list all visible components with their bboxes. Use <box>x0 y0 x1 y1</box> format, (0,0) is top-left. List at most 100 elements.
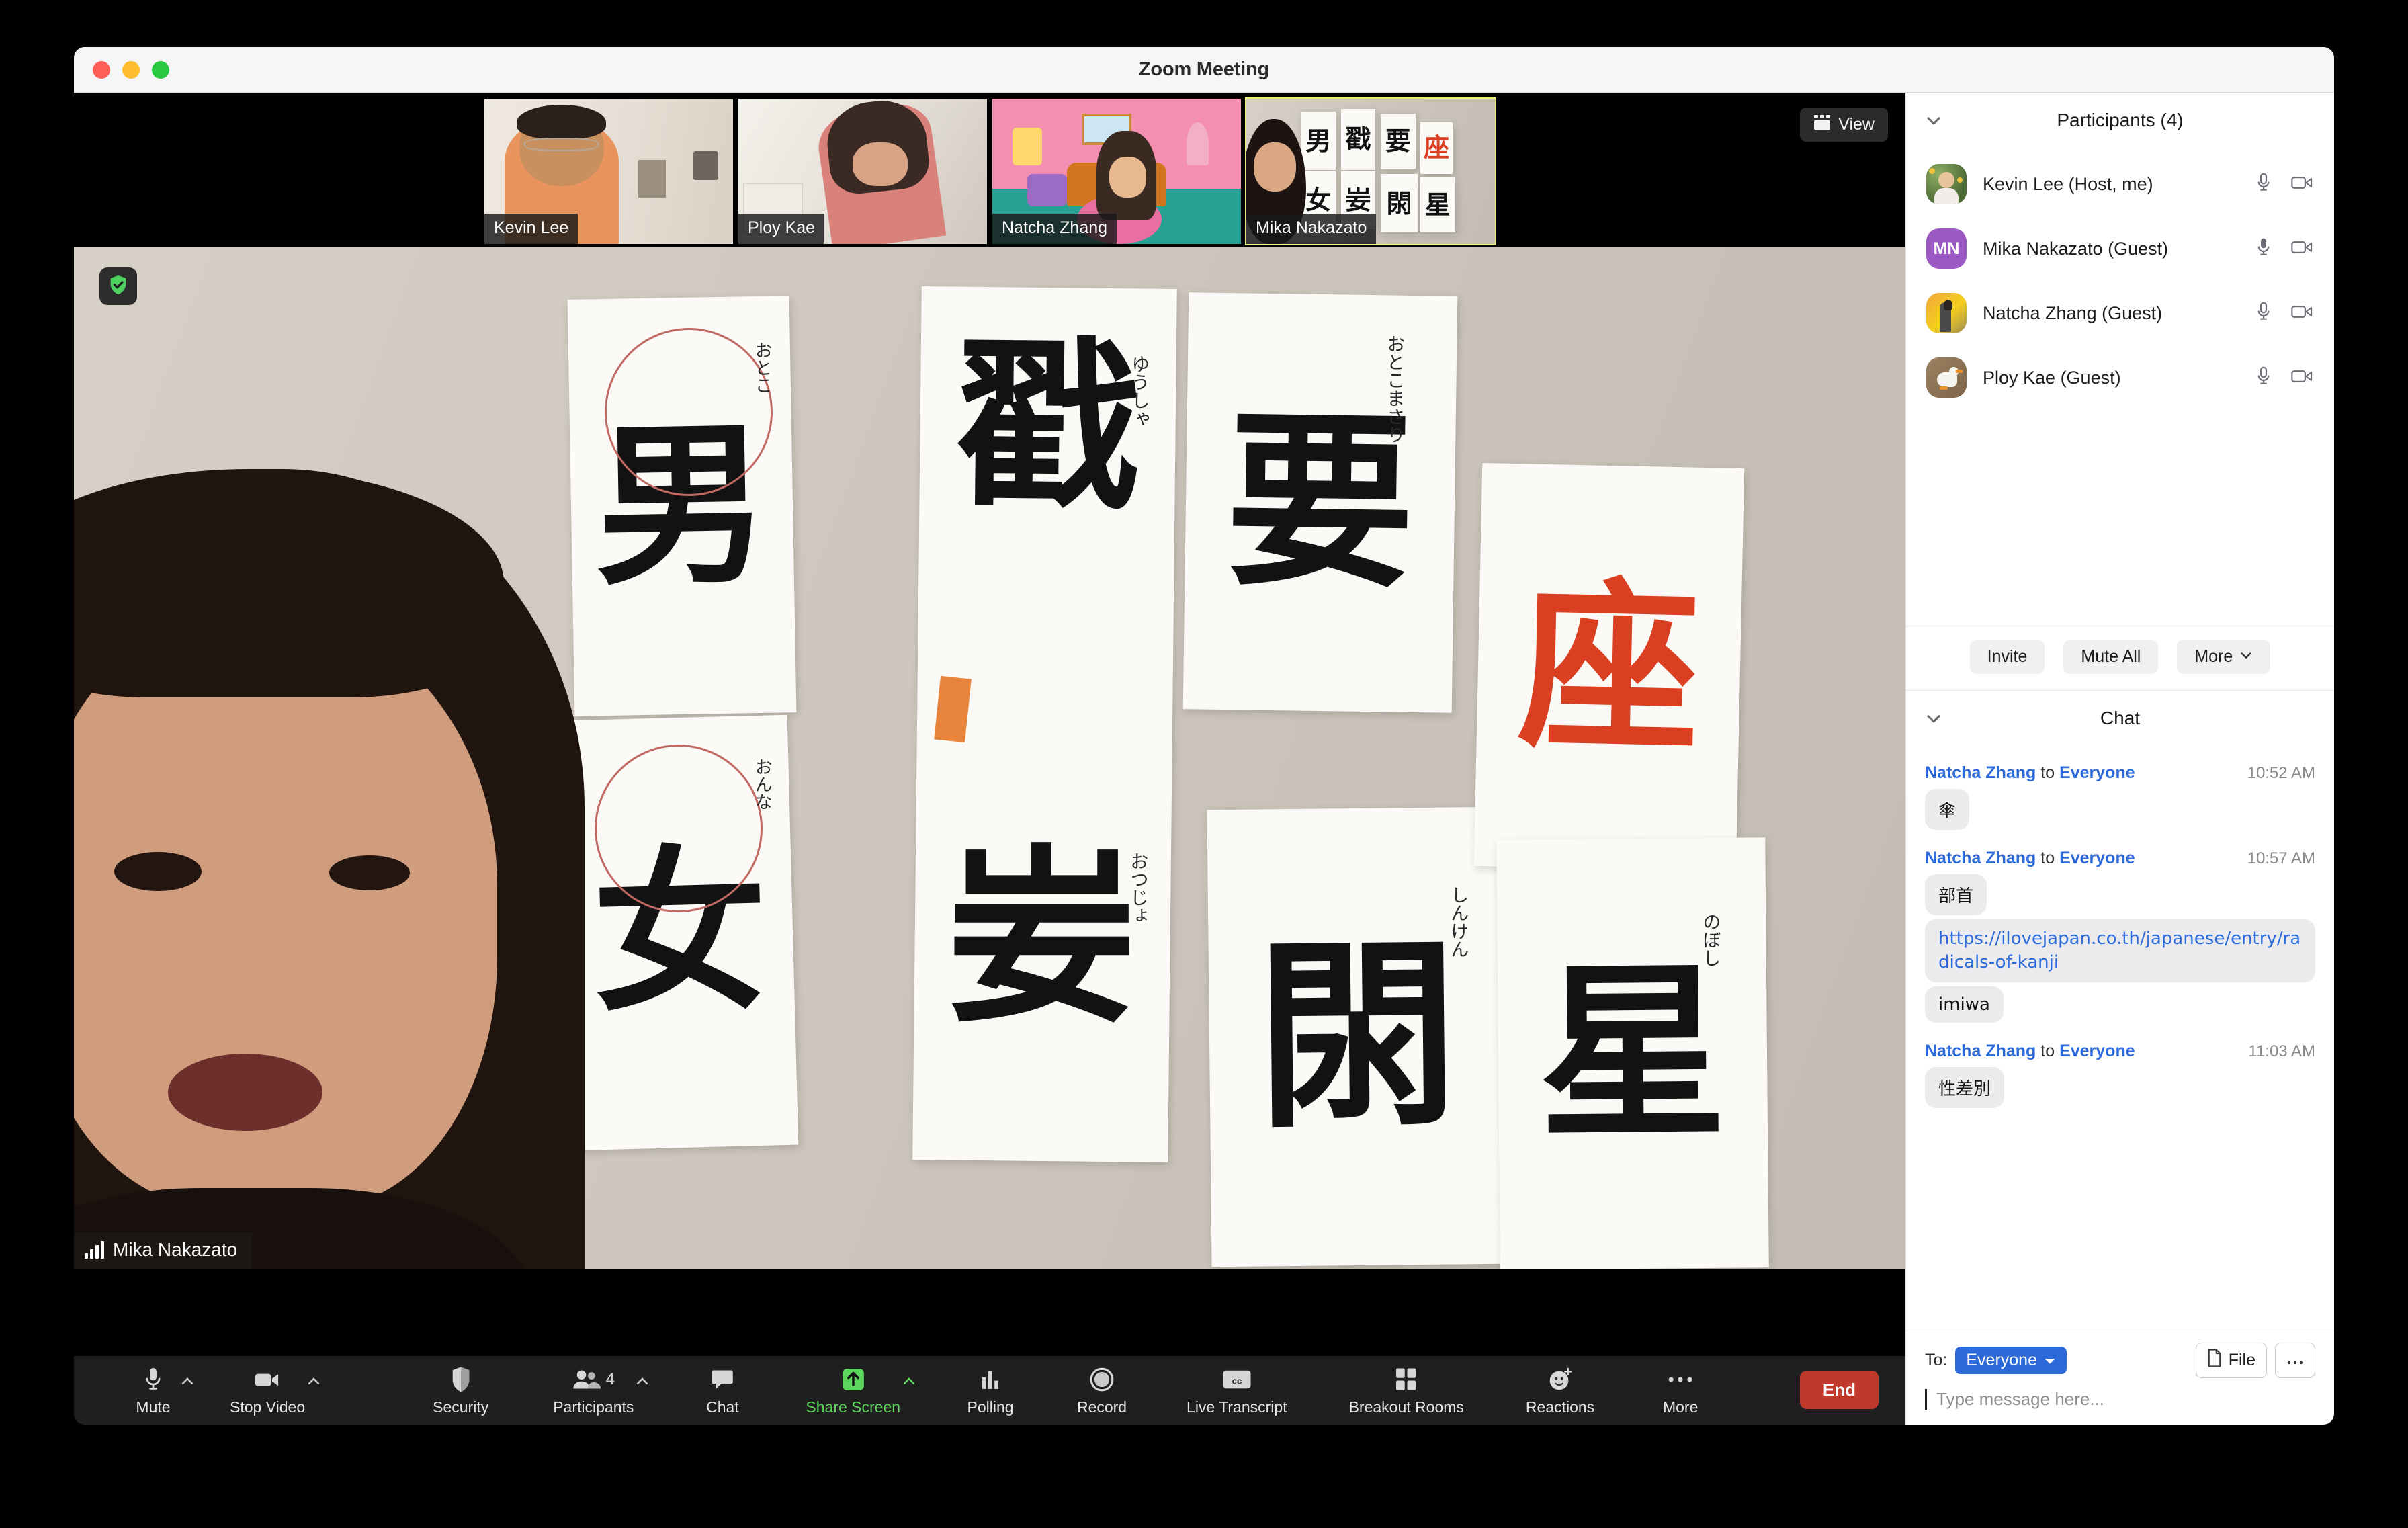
microphone-icon[interactable] <box>2255 366 2272 390</box>
send-file-label: File <box>2228 1351 2255 1369</box>
participant-row[interactable]: Ploy Kae (Guest) <box>1906 345 2334 410</box>
calligraphy-char: 妛 <box>947 827 1135 1048</box>
participant-row[interactable]: Kevin Lee (Host, me) <box>1906 152 2334 216</box>
chat-timestamp: 11:03 AM <box>2248 1042 2315 1060</box>
end-meeting-button[interactable]: End <box>1799 1371 1879 1409</box>
chat-bubble: 性差別 <box>1925 1066 2005 1108</box>
chat-to-word: to <box>2040 1041 2055 1060</box>
avatar <box>1926 357 1967 398</box>
smiley-plus-icon <box>1547 1365 1573 1394</box>
poll-bars-icon <box>980 1365 1001 1394</box>
participants-options-caret-icon[interactable] <box>635 1374 650 1389</box>
live-transcript-button[interactable]: cc Live Transcript <box>1180 1365 1294 1416</box>
reactions-button[interactable]: Reactions <box>1519 1365 1601 1416</box>
invite-button[interactable]: Invite <box>1969 639 2045 674</box>
chat-timestamp: 10:57 AM <box>2247 849 2315 867</box>
view-button[interactable]: View <box>1800 108 1888 142</box>
more-options-button[interactable]: More <box>1648 1365 1713 1416</box>
chat-compose-actions: File <box>2195 1343 2315 1378</box>
participant-row[interactable]: Natcha Zhang (Guest) <box>1906 281 2334 345</box>
chat-message-meta: Natcha Zhang to Everyone 10:57 AM <box>1925 849 2315 868</box>
participant-name: Kevin Lee (Host, me) <box>1983 173 2153 194</box>
video-camera-icon[interactable] <box>2291 304 2314 323</box>
breakout-rooms-button[interactable]: Breakout Rooms <box>1342 1365 1471 1416</box>
chat-recipient[interactable]: Everyone <box>2059 849 2135 867</box>
video-options-caret-icon[interactable] <box>306 1374 321 1389</box>
stop-video-label: Stop Video <box>230 1398 306 1416</box>
chat-bubble-icon <box>710 1365 734 1394</box>
security-button[interactable]: Security <box>426 1365 495 1416</box>
chat-message-input[interactable] <box>1925 1389 2315 1410</box>
chat-compose-area: To: Everyone File Type message here... <box>1906 1330 2334 1425</box>
chat-recipient[interactable]: Everyone <box>2059 763 2135 782</box>
participants-count-badge: 4 <box>605 1369 615 1388</box>
thumbnail-name-label: Kevin Lee <box>484 214 578 244</box>
mute-all-button[interactable]: Mute All <box>2063 639 2159 674</box>
chat-sender-name[interactable]: Natcha Zhang <box>1925 1042 2036 1060</box>
participants-button[interactable]: 4 Participants <box>546 1365 648 1416</box>
microphone-icon[interactable] <box>2255 301 2272 326</box>
thumbnail-kevin-lee[interactable]: Kevin Lee <box>484 99 733 244</box>
participant-row[interactable]: MN Mika Nakazato (Guest) <box>1906 216 2334 281</box>
window-title: Zoom Meeting <box>1138 58 1270 80</box>
chat-message: Natcha Zhang to Everyone 10:57 AM 部首 htt… <box>1925 849 2315 1027</box>
video-camera-icon[interactable] <box>2291 175 2314 194</box>
participants-more-label: More <box>2194 646 2233 666</box>
polling-button[interactable]: Polling <box>958 1365 1023 1416</box>
zoom-meeting-window: Zoom Meeting Kevin Lee Ploy Kae Natcha Z… <box>74 47 2334 1425</box>
microphone-icon[interactable] <box>2255 237 2272 261</box>
view-button-label: View <box>1838 115 1875 134</box>
chat-recipient[interactable]: Everyone <box>2059 1042 2135 1060</box>
video-camera-icon[interactable] <box>2291 239 2314 259</box>
chevron-down-icon[interactable] <box>1925 112 1942 129</box>
mute-options-caret-icon[interactable] <box>180 1374 195 1389</box>
mute-button[interactable]: Mute <box>121 1365 194 1416</box>
chat-message-list[interactable]: Natcha Zhang to Everyone 10:52 AM 傘 Natc… <box>1906 746 2334 1330</box>
chat-more-options-button[interactable] <box>2275 1343 2315 1378</box>
send-file-button[interactable]: File <box>2195 1343 2267 1378</box>
chevron-down-icon <box>2239 647 2253 667</box>
chat-panel: Chat Natcha Zhang to Everyone 10:52 AM 傘… <box>1906 689 2334 1425</box>
calligraphy-sheet: 要 <box>1182 292 1458 713</box>
shield-check-icon <box>107 273 130 300</box>
chat-message: Natcha Zhang to Everyone 11:03 AM 性差別 <box>1925 1042 2315 1112</box>
polling-label: Polling <box>967 1398 1014 1416</box>
calligraphy-sheet: 星 <box>1496 837 1769 1269</box>
chat-sender-name[interactable]: Natcha Zhang <box>1925 763 2036 782</box>
chat-message-meta: Natcha Zhang to Everyone 10:52 AM <box>1925 763 2315 783</box>
microphone-icon[interactable] <box>2255 172 2272 197</box>
participant-name: Mika Nakazato (Guest) <box>1983 238 2169 259</box>
thumbnail-name-label: Ploy Kae <box>738 214 825 244</box>
chat-sender-name[interactable]: Natcha Zhang <box>1925 849 2036 867</box>
calligraphy-sheet: 閖 <box>1207 806 1508 1267</box>
encryption-shield-badge[interactable] <box>99 267 137 305</box>
chat-recipient-select[interactable]: Everyone <box>1955 1347 2067 1374</box>
chat-panel-header: Chat <box>1906 691 2334 746</box>
participant-thumbnail-strip: Kevin Lee Ploy Kae Natcha Zhang 男 女 戳 妛 … <box>74 93 1905 247</box>
speaker-eye <box>329 855 410 890</box>
share-screen-button[interactable]: Share Screen <box>799 1365 915 1416</box>
thumbnail-ploy-kae[interactable]: Ploy Kae <box>738 99 987 244</box>
share-screen-options-caret-icon[interactable] <box>902 1374 916 1389</box>
share-screen-label: Share Screen <box>806 1398 901 1416</box>
thumbnail-mika-nakazato[interactable]: 男 女 戳 妛 要 閖 座 星 Mika Nakazato <box>1245 97 1496 245</box>
chevron-down-icon[interactable] <box>1925 710 1942 727</box>
video-camera-icon[interactable] <box>2291 368 2314 388</box>
chat-button[interactable]: Chat <box>690 1365 755 1416</box>
svg-text:cc: cc <box>1232 1375 1242 1386</box>
participants-more-button[interactable]: More <box>2177 639 2271 674</box>
thumbnail-natcha-zhang[interactable]: Natcha Zhang <box>992 99 1241 244</box>
stop-video-button[interactable]: Stop Video <box>223 1365 320 1416</box>
active-speaker-name: Mika Nakazato <box>113 1239 238 1260</box>
participant-actions-bar: Invite Mute All More <box>1906 625 2334 690</box>
meeting-area: Kevin Lee Ploy Kae Natcha Zhang 男 女 戳 妛 … <box>74 93 1905 1425</box>
record-button[interactable]: Record <box>1070 1365 1134 1416</box>
live-transcript-label: Live Transcript <box>1187 1398 1287 1416</box>
chat-recipient-value: Everyone <box>1966 1351 2037 1369</box>
right-sidebar: Participants (4) Kevin Lee (Host, me) MN… <box>1905 93 2334 1425</box>
avatar-initials: MN <box>1933 239 1960 258</box>
breakout-rooms-label: Breakout Rooms <box>1348 1398 1464 1416</box>
chat-bubble-link[interactable]: https://ilovejapan.co.th/japanese/entry/… <box>1925 919 2315 982</box>
chat-timestamp: 10:52 AM <box>2247 763 2315 782</box>
participant-controls <box>2255 172 2314 197</box>
